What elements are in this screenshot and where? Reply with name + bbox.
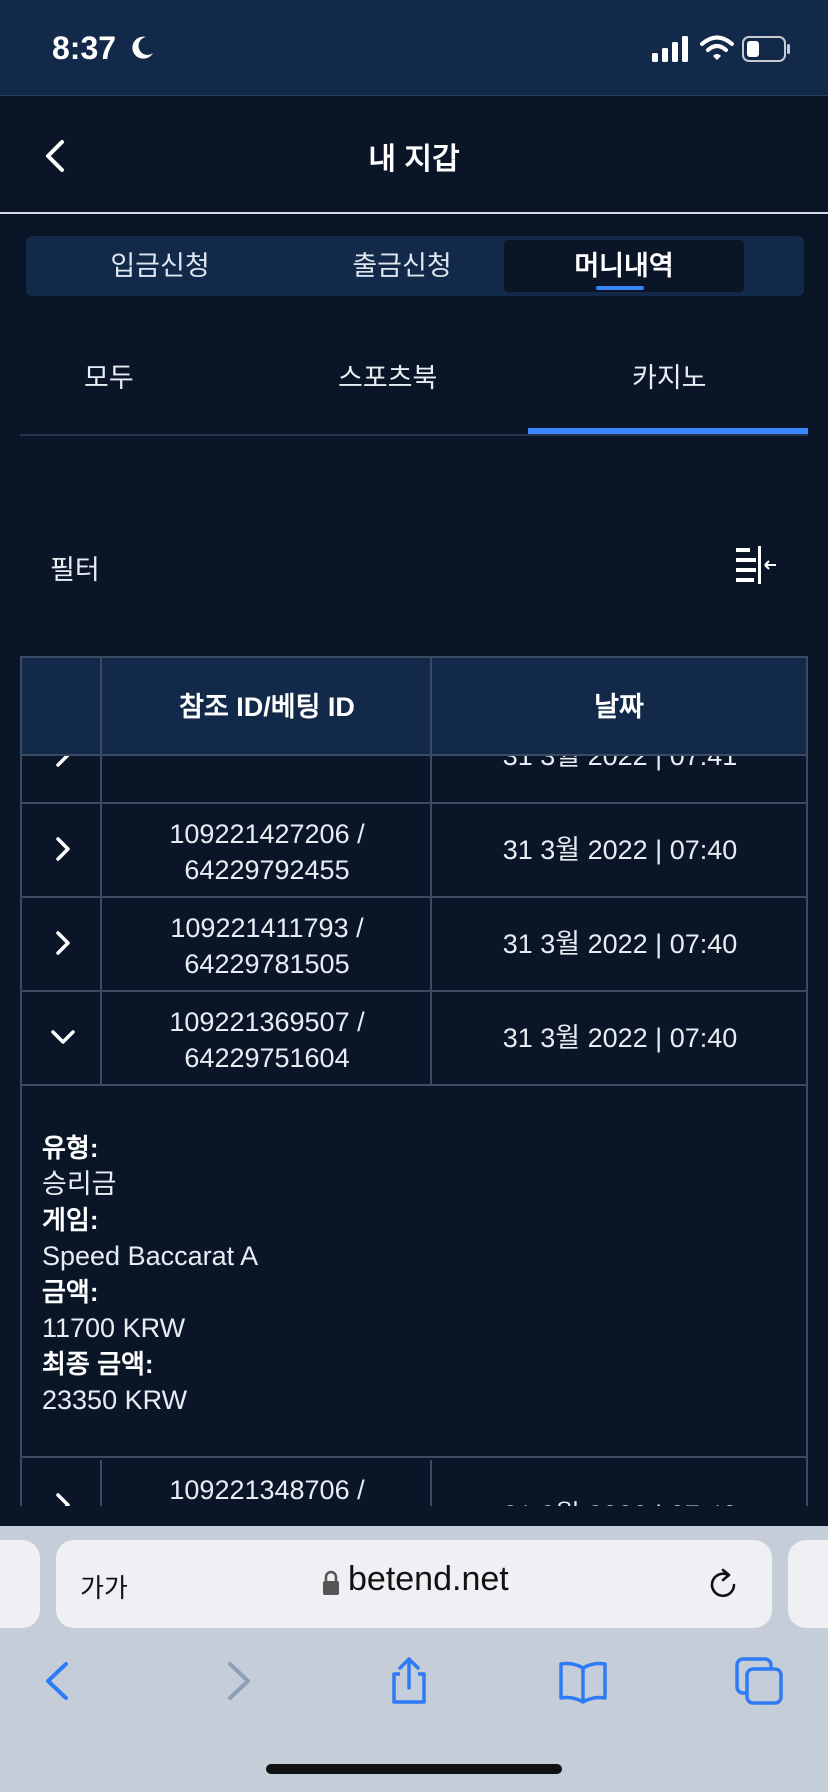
subtab-sportsbook[interactable]: 스포츠북	[338, 356, 437, 395]
cellular-signal-icon	[652, 36, 688, 62]
reference-id: 109221348706 /	[102, 1472, 432, 1506]
table-row[interactable]: 109221427206 / 64229792455 31 3월 2022 | …	[22, 804, 806, 898]
chevron-right-icon[interactable]	[48, 1490, 78, 1506]
tab-money-history-label: 머니내역	[574, 251, 674, 281]
round-id: 109221411793 /	[170, 913, 364, 943]
address-bar[interactable]: 가가 betend.net	[56, 1540, 772, 1628]
date-cell: 31 3월 2022 | 07:40	[502, 835, 738, 865]
filter-label[interactable]: 필터	[50, 548, 100, 587]
detail-amount-label: 금액:	[42, 1277, 99, 1307]
transactions-table: 참조 ID/베팅 ID 날짜 64229822819 31 3월 2022 | …	[20, 656, 808, 1506]
column-header-reference-id: 참조 ID/베팅 ID	[179, 692, 355, 722]
date-cell: 31 3월 2022 | 07:40	[434, 1460, 806, 1506]
browser-toolbar: 가가 betend.net	[0, 1526, 828, 1792]
lock-icon	[323, 1570, 339, 1595]
status-time: 8:37	[52, 30, 117, 66]
chevron-right-icon[interactable]	[48, 928, 78, 958]
round-id: 109221348706 /	[169, 1475, 365, 1505]
sub-tabs: 모두 스포츠북 카지노	[20, 330, 808, 436]
tab-withdrawal-request[interactable]: 출금신청	[282, 240, 522, 292]
tabs-icon[interactable]	[734, 1656, 784, 1706]
page-title: 내 지갑	[368, 143, 460, 176]
next-tab-preview[interactable]	[788, 1540, 828, 1628]
browser-forward-icon[interactable]	[212, 1656, 262, 1706]
tab-money-history[interactable]: 머니내역	[504, 240, 744, 292]
table-row[interactable]: 109221411793 / 64229781505 31 3월 2022 | …	[22, 898, 806, 992]
detail-final-amount-label: 최종 금액:	[42, 1349, 154, 1379]
browser-back-icon[interactable]	[34, 1656, 84, 1706]
bet-id: 64229781505	[184, 949, 350, 979]
date-cell: 31 3월 2022 | 07:40	[502, 1023, 738, 1053]
detail-type-value: 승리금	[42, 1169, 117, 1199]
detail-game-label: 게임:	[42, 1205, 99, 1235]
reference-id: 109221411793 / 64229781505	[102, 910, 432, 982]
filter-icon[interactable]	[734, 546, 778, 584]
column-header-expand	[22, 658, 102, 756]
reference-id: 109221369507 / 64229751604	[102, 1004, 432, 1076]
status-bar: 8:37	[0, 0, 828, 96]
chevron-right-icon[interactable]	[48, 834, 78, 864]
wifi-icon	[700, 35, 734, 60]
subtab-active-indicator	[528, 428, 808, 434]
table-row[interactable]: 109221348706 / 31 3월 2022 | 07:40	[22, 1460, 806, 1506]
bet-id: 64229751604	[184, 1043, 350, 1073]
round-id: 109221427206 /	[169, 819, 365, 849]
previous-tab-preview[interactable]	[0, 1540, 40, 1628]
table-row-expanded[interactable]: 109221369507 / 64229751604 31 3월 2022 | …	[22, 992, 806, 1086]
detail-type-label: 유형:	[42, 1133, 99, 1163]
detail-final-amount-value: 23350 KRW	[42, 1385, 188, 1415]
detail-amount-value: 11700 KRW	[42, 1313, 186, 1343]
moon-icon	[132, 36, 153, 59]
url-text[interactable]: betend.net	[348, 1560, 509, 1599]
detail-game-value: Speed Baccarat A	[42, 1241, 259, 1271]
home-indicator	[266, 1764, 562, 1774]
date-cell: 31 3월 2022 | 07:40	[502, 929, 738, 959]
active-tab-underline	[596, 286, 644, 290]
bookmarks-icon[interactable]	[558, 1656, 608, 1706]
reload-icon[interactable]	[706, 1568, 740, 1602]
subtab-casino[interactable]: 카지노	[632, 356, 707, 395]
main-tabs: 입금신청 출금신청 머니내역	[26, 236, 804, 296]
reference-id: 109221427206 / 64229792455	[102, 816, 432, 888]
bet-id: 64229792455	[184, 855, 350, 885]
tab-deposit-request[interactable]: 입금신청	[40, 240, 280, 292]
chevron-down-icon[interactable]	[48, 1022, 78, 1052]
column-header-date: 날짜	[594, 692, 644, 722]
app-header: 내 지갑	[0, 96, 828, 214]
subtab-all[interactable]: 모두	[84, 356, 134, 395]
row-detail-panel: 유형: 승리금 게임: Speed Baccarat A 금액: 11700 K…	[22, 1092, 806, 1458]
reader-text-size-button[interactable]: 가가	[80, 1568, 128, 1605]
table-header: 참조 ID/베팅 ID 날짜	[22, 656, 806, 756]
share-icon[interactable]	[384, 1656, 434, 1706]
round-id: 109221369507 /	[169, 1007, 365, 1037]
battery-icon	[742, 36, 790, 62]
